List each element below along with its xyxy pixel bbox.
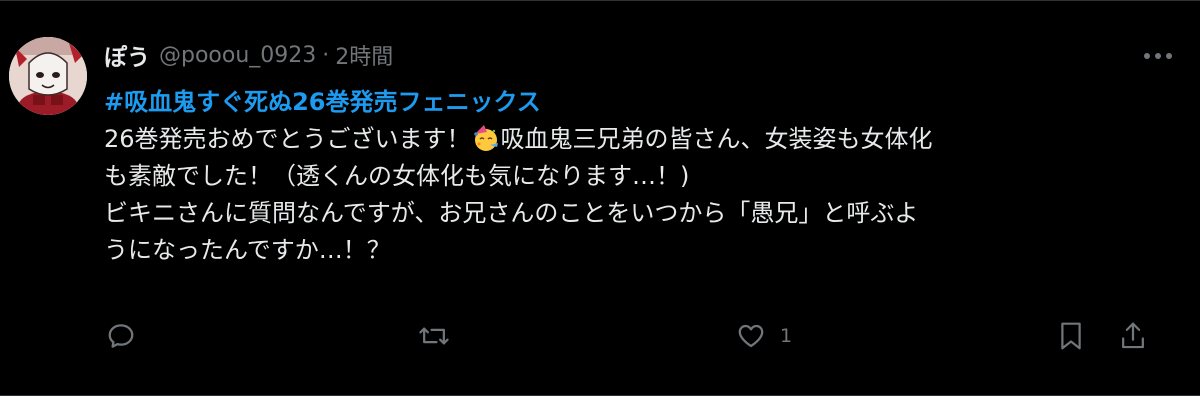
timestamp[interactable]: 2時間 xyxy=(335,39,393,71)
tweet-line-2: も素敵でした！（透くんの女体化も気になります…！) xyxy=(104,162,690,190)
line1-text-after-emoji: 吸血鬼三兄弟の皆さん、女装姿も女体化 xyxy=(500,125,933,153)
tweet-line-1: 26巻発売おめでとうございます！ 吸血鬼三兄弟の皆さん、女装姿も女体化 xyxy=(104,121,1164,158)
user-handle[interactable]: @pooou_0923 xyxy=(159,43,316,68)
user-avatar[interactable] xyxy=(9,37,87,115)
partying-face-emoji xyxy=(473,125,498,151)
more-options-button[interactable] xyxy=(1140,44,1176,68)
tweet-line-3: ビキニさんに質問なんですが、お兄さんのことをいつから「愚兄」と呼ぶよ xyxy=(104,199,919,227)
line1-text-before-emoji: 26巻発売おめでとうございます！ xyxy=(104,125,471,153)
like-button[interactable]: 1 xyxy=(736,316,792,356)
like-count: 1 xyxy=(780,325,793,347)
share-button[interactable] xyxy=(1118,316,1148,356)
heart-icon xyxy=(738,324,764,348)
retweet-button[interactable] xyxy=(418,316,450,356)
separator-dot: · xyxy=(322,42,330,68)
tweet-text: #吸血鬼すぐ死ぬ26巻発売フェニックス 26巻発売おめでとうございます！ 吸血鬼… xyxy=(104,84,1164,269)
display-name[interactable]: ぽう xyxy=(104,38,150,72)
bookmark-icon xyxy=(1061,322,1081,350)
hashtag-link[interactable]: #吸血鬼すぐ死ぬ26巻発売フェニックス xyxy=(104,84,1164,121)
reply-button[interactable] xyxy=(106,316,136,356)
reply-icon xyxy=(108,324,134,348)
top-divider xyxy=(0,0,1200,1)
retweet-icon xyxy=(419,327,449,345)
tweet-header: ぽう @pooou_0923 · 2時間 xyxy=(104,38,393,72)
more-dots-icon xyxy=(1144,53,1172,59)
bookmark-button[interactable] xyxy=(1056,316,1086,356)
share-icon xyxy=(1122,322,1144,349)
tweet-line-4: うになったんですか…！？ xyxy=(104,236,391,264)
action-bar: 1 xyxy=(104,316,1164,356)
